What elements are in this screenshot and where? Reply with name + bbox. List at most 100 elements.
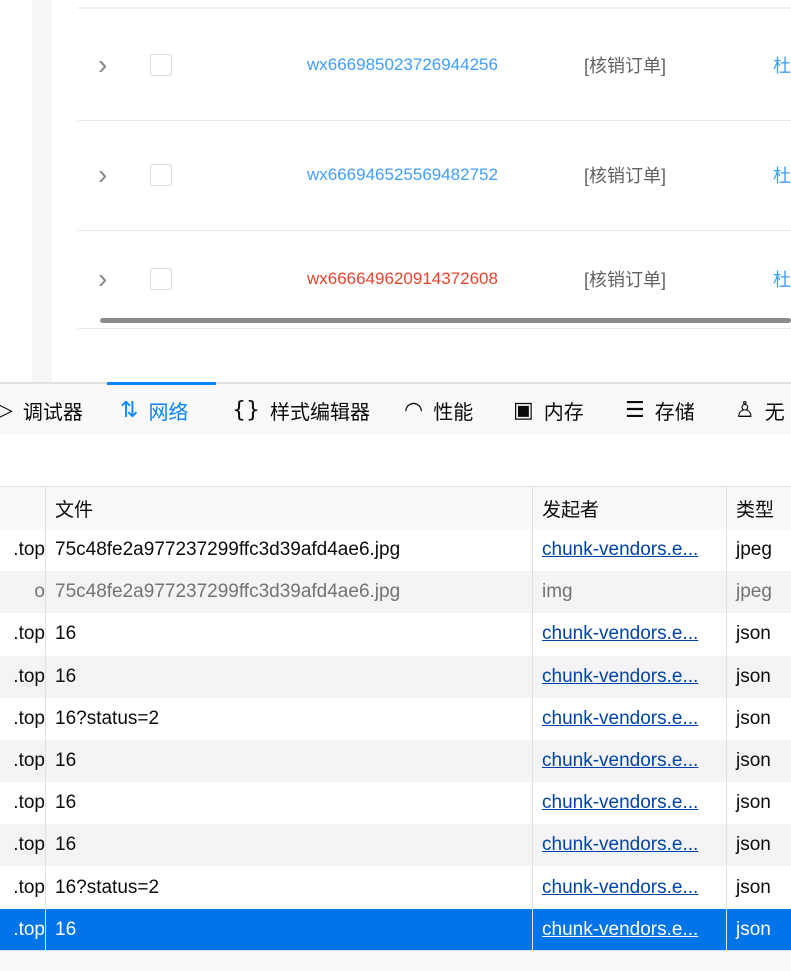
request-file: 16 [55, 665, 77, 687]
initiator-link[interactable]: chunk-vendors.e... [542, 750, 720, 772]
initiator-link[interactable]: chunk-vendors.e... [542, 623, 720, 645]
network-status-bar [0, 950, 791, 971]
request-file: 16?status=2 [55, 707, 160, 729]
request-row[interactable]: .top 16 chunk-vendors.e... json [0, 824, 791, 867]
accessibility-icon: ♙ [735, 397, 755, 423]
initiator-link[interactable]: chunk-vendors.e... [542, 877, 720, 899]
memory-icon: ▣ [513, 397, 534, 423]
debugger-icon: ▷ [0, 397, 13, 423]
request-file: 16 [55, 792, 77, 814]
request-domain: .top [13, 918, 45, 940]
order-id-link[interactable]: wx666985023726944256 [307, 55, 498, 75]
order-user-link[interactable]: 杜 [773, 52, 791, 78]
table-top-border [78, 7, 791, 9]
tab-memory[interactable]: ▣ 内存 [513, 384, 584, 436]
request-row[interactable]: .top 16 chunk-vendors.e... json [0, 782, 791, 825]
network-table-header: 文件 发起者 类型 [0, 486, 791, 530]
column-header-domain[interactable] [0, 487, 45, 529]
row-checkbox[interactable] [150, 268, 172, 290]
order-id-link[interactable]: wx666649620914372608 [307, 269, 498, 289]
request-file: 75c48fe2a977237299ffc3d39afd4ae6.jpg [55, 581, 401, 603]
request-row[interactable]: o 75c48fe2a977237299ffc3d39afd4ae6.jpg img… [0, 571, 791, 614]
storage-icon: ☰ [625, 397, 645, 423]
tab-label: 样式编辑器 [270, 401, 370, 424]
request-type: json [736, 792, 771, 814]
request-type: json [736, 707, 771, 729]
column-header-initiator[interactable]: 发起者 [533, 487, 726, 529]
request-type: jpeg [736, 539, 772, 560]
tab-label: 性能 [433, 401, 474, 424]
request-initiator: chunk-vendors.e... [533, 824, 726, 866]
initiator-link[interactable]: chunk-vendors.e... [542, 919, 720, 941]
tab-storage[interactable]: ☰ 存储 [625, 384, 695, 436]
horizontal-scrollbar[interactable] [100, 318, 791, 323]
order-id-link[interactable]: wx666946525569482752 [307, 165, 498, 185]
request-file: 16 [55, 750, 77, 771]
initiator-link[interactable]: chunk-vendors.e... [542, 792, 720, 814]
request-domain: .top [13, 539, 45, 560]
request-file: 16 [55, 918, 77, 940]
row-checkbox[interactable] [150, 164, 172, 186]
row-checkbox[interactable] [150, 54, 172, 76]
request-type: json [736, 918, 771, 940]
request-type: json [736, 834, 771, 856]
order-row: › wx666946525569482752 [核销订单] 杜 [78, 120, 791, 231]
initiator-link[interactable]: chunk-vendors.e... [542, 834, 720, 856]
chevron-right-icon[interactable]: › [98, 161, 107, 189]
tab-style-editor[interactable]: {} 样式编辑器 [232, 384, 370, 436]
column-header-file[interactable]: 文件 [46, 487, 532, 529]
request-file: 16 [55, 623, 77, 645]
tab-label: 内存 [543, 401, 584, 424]
initiator-link[interactable]: chunk-vendors.e... [542, 666, 720, 688]
request-domain: .top [13, 623, 45, 645]
network-icon: ⇅ [120, 397, 139, 423]
tab-accessibility[interactable]: ♙ 无 [735, 384, 785, 436]
request-domain: o [34, 581, 45, 603]
tab-label: 调试器 [22, 401, 83, 424]
request-initiator: chunk-vendors.e... [533, 698, 726, 740]
order-type-label: [核销订单] [584, 270, 667, 290]
request-type: json [736, 623, 771, 645]
request-row[interactable]: .top 16 chunk-vendors.e... json [0, 740, 791, 782]
request-domain: .top [13, 792, 45, 814]
request-row[interactable]: .top 75c48fe2a977237299ffc3d39afd4ae6.jpg… [0, 529, 791, 571]
chevron-right-icon[interactable]: › [98, 51, 107, 79]
request-file: 75c48fe2a977237299ffc3d39afd4ae6.jpg [55, 539, 401, 560]
initiator-link[interactable]: img [542, 581, 720, 603]
request-domain: .top [13, 876, 45, 898]
request-initiator: chunk-vendors.e... [533, 909, 726, 951]
request-domain: .top [13, 707, 45, 729]
chevron-right-icon[interactable]: › [98, 265, 107, 293]
request-file: 16 [55, 834, 77, 856]
performance-icon: ◠ [404, 397, 424, 423]
request-domain: .top [13, 750, 45, 771]
request-type: json [736, 876, 771, 898]
order-user-link[interactable]: 杜 [773, 266, 791, 292]
network-toolbar [0, 435, 791, 486]
request-row[interactable]: .top 16 chunk-vendors.e... json [0, 655, 791, 698]
request-row[interactable]: .top 16 chunk-vendors.e... json [0, 613, 791, 656]
request-type: jpeg [736, 581, 772, 603]
request-row[interactable]: .top 16?status=2 chunk-vendors.e... json [0, 697, 791, 740]
order-type-label: [核销订单] [584, 166, 667, 186]
request-initiator: chunk-vendors.e... [533, 613, 726, 655]
column-header-type[interactable]: 类型 [727, 487, 791, 529]
tab-label: 无 [764, 401, 785, 424]
request-initiator: chunk-vendors.e... [533, 656, 726, 698]
tab-performance[interactable]: ◠ 性能 [404, 384, 473, 436]
page-left-strip [32, 0, 52, 382]
style-editor-icon: {} [232, 397, 260, 423]
request-initiator: chunk-vendors.e... [533, 782, 726, 824]
order-user-link[interactable]: 杜 [773, 162, 791, 188]
tab-network[interactable]: ⇅ 网络 [120, 384, 188, 436]
request-type: json [736, 750, 771, 771]
initiator-link[interactable]: chunk-vendors.e... [542, 708, 720, 730]
request-file: 16?status=2 [55, 876, 160, 898]
tab-debugger[interactable]: ▷ 调试器 [0, 384, 83, 436]
request-domain: .top [13, 665, 45, 687]
request-row[interactable]: .top 16 chunk-vendors.e... json [0, 908, 791, 951]
request-initiator: chunk-vendors.e... [533, 740, 726, 782]
request-row[interactable]: .top 16?status=2 chunk-vendors.e... json [0, 866, 791, 909]
request-initiator: chunk-vendors.e... [533, 867, 726, 909]
initiator-link[interactable]: chunk-vendors.e... [542, 539, 720, 561]
